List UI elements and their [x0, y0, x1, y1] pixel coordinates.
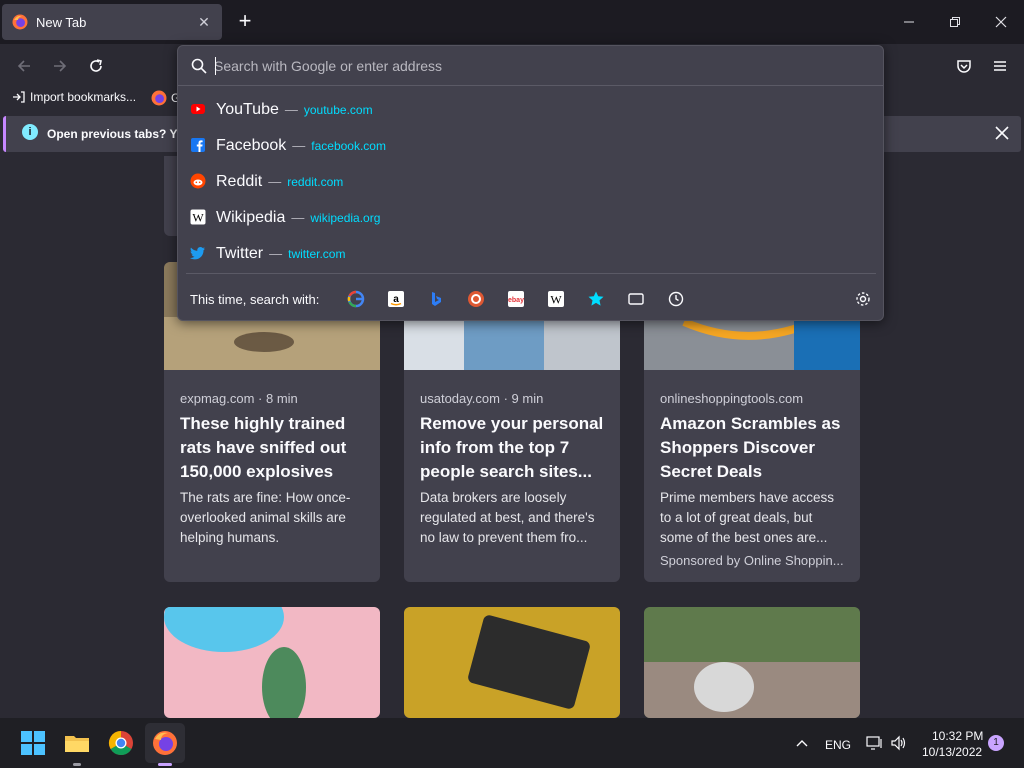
reload-icon[interactable]: [82, 52, 110, 80]
firefox-taskbar-icon[interactable]: [151, 729, 179, 757]
file-explorer-icon[interactable]: [63, 729, 91, 757]
back-icon[interactable]: [10, 52, 38, 80]
suggestion-name: Reddit: [216, 173, 263, 190]
ebay-icon[interactable]: ebay: [507, 290, 525, 308]
pocket-icon[interactable]: [950, 52, 978, 80]
tabs-icon[interactable]: [627, 290, 645, 308]
urlbar-input-row: [178, 46, 883, 86]
suggestion-twitter[interactable]: Twitter — twitter.com: [178, 235, 883, 271]
suggestion-name: Wikipedia: [216, 209, 286, 226]
suggestion-url: youtube.com: [303, 103, 373, 117]
story-title: Amazon Scrambles as Shoppers Discover Se…: [660, 414, 841, 481]
tab-new-tab[interactable]: New Tab ✕: [2, 4, 222, 40]
bookmarks-star-icon[interactable]: [587, 290, 605, 308]
running-indicator: [73, 763, 81, 766]
history-icon[interactable]: [667, 290, 685, 308]
new-tab-button[interactable]: +: [234, 10, 256, 32]
story-image: [164, 607, 380, 718]
suggestion-url: twitter.com: [288, 247, 346, 261]
suggestion-url: facebook.com: [311, 139, 386, 153]
suggestion-wikipedia[interactable]: W Wikipedia — wikipedia.org: [178, 199, 883, 235]
restore-icon[interactable]: [941, 8, 969, 36]
volume-icon[interactable]: [890, 735, 908, 751]
story-description: Data brokers are loosely regulated at be…: [420, 490, 595, 545]
forward-icon[interactable]: [46, 52, 74, 80]
chrome-icon[interactable]: [107, 729, 135, 757]
suggestion-separator: —: [269, 246, 283, 261]
story-image: [644, 607, 860, 718]
sponsored-label: Sponsored by Online Shoppin...: [660, 553, 844, 568]
suggestion-facebook[interactable]: Facebook — facebook.com: [178, 127, 883, 163]
story-card[interactable]: [404, 607, 620, 718]
infobar-close-icon[interactable]: [991, 122, 1013, 144]
suggestion-separator: —: [268, 174, 282, 189]
firefox-icon: [151, 90, 167, 106]
amazon-icon[interactable]: a: [387, 290, 405, 308]
oneoff-separator: [186, 273, 876, 274]
suggestion-name: Facebook: [216, 137, 287, 154]
story-image: [404, 607, 620, 718]
close-window-icon[interactable]: [987, 8, 1015, 36]
story-source: expmag.com · 8 min: [180, 391, 298, 406]
text-caret: [215, 57, 216, 75]
search-icon: [191, 58, 207, 74]
story-description: The rats are fine: How once-overlooked a…: [180, 490, 351, 545]
story-title: These highly trained rats have sniffed o…: [180, 414, 347, 481]
menu-icon[interactable]: [986, 52, 1014, 80]
bing-icon[interactable]: [427, 290, 445, 308]
twitter-icon: [190, 247, 205, 260]
import-icon: [13, 91, 25, 103]
suggestion-separator: —: [284, 102, 298, 117]
notification-badge[interactable]: 1: [988, 735, 1004, 751]
story-card[interactable]: [644, 607, 860, 718]
story-source: usatoday.com · 9 min: [420, 391, 544, 406]
suggestion-name: YouTube: [216, 101, 279, 118]
story-card[interactable]: [164, 607, 380, 718]
address-input[interactable]: [214, 55, 814, 77]
duckduckgo-icon[interactable]: [467, 290, 485, 308]
network-icon[interactable]: [866, 735, 884, 751]
windows-taskbar: ENG 10:32 PM 10/13/2022 1: [0, 718, 1024, 768]
facebook-icon: [191, 138, 205, 152]
suggestion-name: Twitter: [216, 245, 264, 262]
infobar-text: Open previous tabs? You: [47, 127, 192, 141]
suggestion-url: wikipedia.org: [310, 211, 381, 225]
story-title: Remove your personal info from the top 7…: [420, 414, 604, 481]
urlbar-popup: YouTube — youtube.com Facebook — facebook.co…: [177, 45, 884, 321]
bookmark-item-getting-started[interactable]: G: [151, 90, 180, 106]
google-icon[interactable]: [347, 290, 365, 308]
import-bookmarks-label: Import bookmarks...: [30, 90, 137, 104]
oneoff-label: This time, search with:: [190, 292, 320, 307]
tab-close-icon[interactable]: ✕: [196, 14, 212, 30]
svg-text:ebay: ebay: [508, 297, 524, 304]
svg-text:W: W: [550, 293, 562, 307]
language-indicator[interactable]: ENG: [825, 738, 851, 752]
suggestion-reddit[interactable]: Reddit — reddit.com: [178, 163, 883, 199]
wikipedia-icon[interactable]: W: [547, 290, 565, 308]
svg-text:a: a: [393, 294, 399, 305]
import-bookmarks-item[interactable]: Import bookmarks...: [12, 90, 136, 104]
suggestion-url: reddit.com: [287, 175, 344, 189]
wikipedia-icon: W: [190, 209, 206, 225]
suggestion-separator: —: [292, 138, 306, 153]
reddit-icon: [190, 173, 206, 189]
story-source: onlineshoppingtools.com: [660, 391, 804, 406]
suggestion-separator: —: [291, 210, 305, 225]
clock-time[interactable]: 10:32 PM: [932, 729, 983, 743]
title-bar: New Tab ✕ +: [0, 0, 1024, 44]
clock-date[interactable]: 10/13/2022: [922, 745, 982, 759]
active-indicator: [158, 763, 172, 766]
firefox-icon: [12, 14, 28, 30]
youtube-icon: [191, 104, 205, 114]
windows-start-icon[interactable]: [19, 729, 47, 757]
svg-text:W: W: [192, 211, 204, 225]
story-description: Prime members have access to a lot of gr…: [660, 490, 835, 545]
chevron-up-icon[interactable]: [795, 737, 809, 749]
tab-title: New Tab: [36, 14, 87, 30]
info-icon: i: [22, 124, 38, 140]
suggestion-youtube[interactable]: YouTube — youtube.com: [178, 91, 883, 127]
settings-gear-icon[interactable]: [854, 290, 872, 308]
minimize-icon[interactable]: [895, 8, 923, 36]
